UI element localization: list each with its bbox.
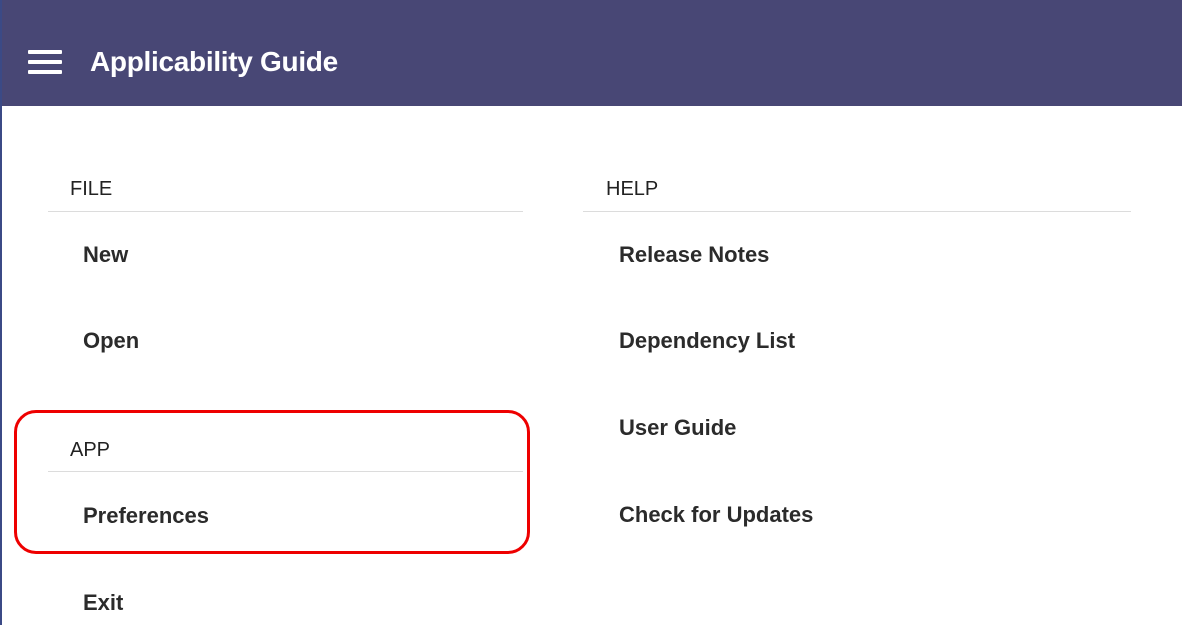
menu-item-release-notes[interactable]: Release Notes bbox=[619, 241, 769, 269]
menu-item-new[interactable]: New bbox=[83, 241, 128, 269]
app-section-divider bbox=[48, 471, 523, 472]
highlight-box bbox=[14, 410, 530, 554]
menu-item-user-guide[interactable]: User Guide bbox=[619, 414, 736, 442]
menu-item-open[interactable]: Open bbox=[83, 327, 139, 355]
menu-item-dependency-list[interactable]: Dependency List bbox=[619, 327, 795, 355]
app-bar: Applicability Guide bbox=[2, 0, 1182, 106]
app-section-header: APP bbox=[70, 439, 111, 461]
file-section-header: FILE bbox=[70, 178, 113, 200]
help-section-header: HELP bbox=[606, 178, 659, 200]
menu-item-exit[interactable]: Exit bbox=[83, 589, 123, 617]
file-section-divider bbox=[48, 211, 523, 212]
hamburger-menu-icon[interactable] bbox=[28, 50, 64, 76]
menu-item-preferences[interactable]: Preferences bbox=[83, 502, 209, 530]
app-window: Applicability Guide FILE New Open APP Pr… bbox=[0, 0, 1182, 625]
app-title: Applicability Guide bbox=[90, 46, 338, 77]
menu-item-check-for-updates[interactable]: Check for Updates bbox=[619, 501, 813, 529]
help-section-divider bbox=[583, 211, 1131, 212]
